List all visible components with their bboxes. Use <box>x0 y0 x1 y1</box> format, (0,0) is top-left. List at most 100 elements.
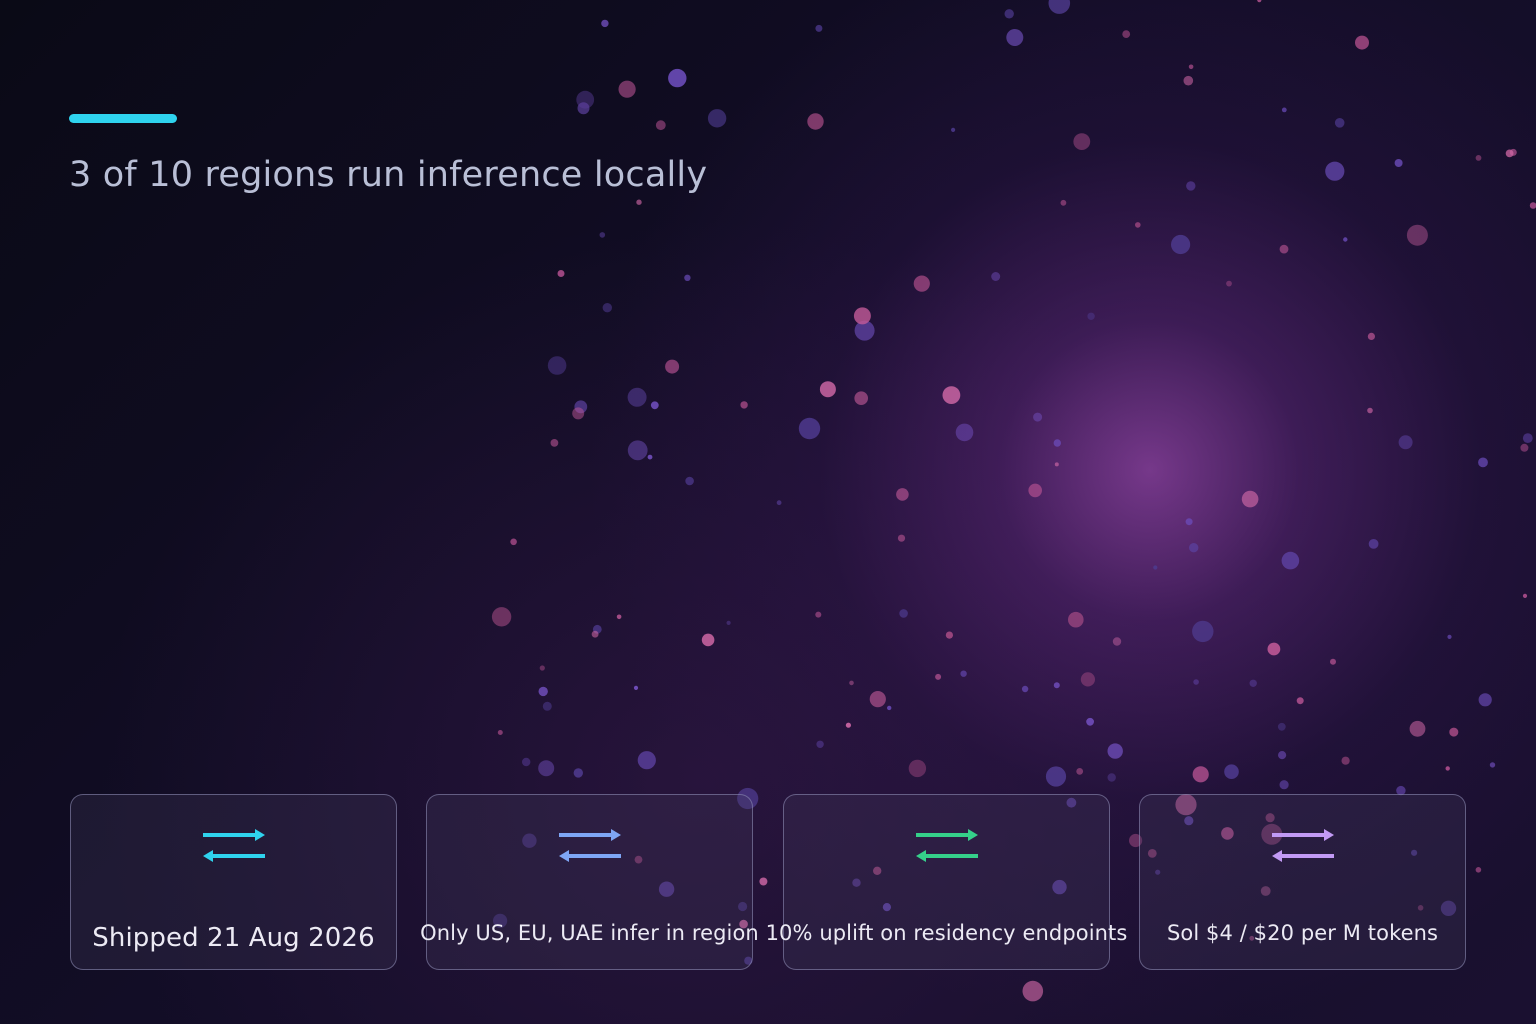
particle-dot <box>599 232 606 238</box>
particle-dot <box>1183 75 1194 86</box>
particle-dot <box>1522 593 1528 599</box>
particle-dot <box>945 631 954 639</box>
particle-dot <box>1279 244 1289 254</box>
swap-arrows-icon <box>1271 829 1334 862</box>
particle-dot <box>759 877 768 886</box>
particle-dot <box>1505 149 1514 158</box>
particle-dot <box>1447 634 1452 640</box>
particle-dot <box>1033 412 1043 422</box>
particle-dot <box>991 272 1001 281</box>
particle-dot <box>960 670 967 677</box>
particle-dot <box>740 401 748 409</box>
particle-dot <box>550 439 559 447</box>
particle-dot <box>913 275 930 292</box>
card-regions: Only US, EU, UAE infer in region <box>420 794 759 970</box>
particle-dot <box>1278 751 1287 760</box>
particle-dot <box>1277 722 1286 731</box>
particle-dot <box>1021 685 1029 693</box>
particle-dot <box>935 673 942 680</box>
particle-dot <box>1068 611 1084 628</box>
particle-dot <box>1107 773 1116 782</box>
particle-dot <box>650 401 659 410</box>
particle-dot <box>1022 980 1044 1002</box>
particle-dot <box>616 614 622 620</box>
particle-dot <box>701 633 715 647</box>
particle-dot <box>685 476 694 486</box>
card-uplift: 10% uplift on residency endpoints <box>766 794 1127 970</box>
particle-dot <box>1489 762 1496 768</box>
particle-dot <box>1296 697 1304 705</box>
particle-dot <box>1368 539 1379 549</box>
particle-dot <box>1189 543 1199 553</box>
particle-dot <box>1355 35 1369 50</box>
particle-dot <box>1004 9 1014 19</box>
card-regions-text: Only US, EU, UAE infer in region <box>420 921 759 945</box>
particle-dot <box>602 303 612 313</box>
particle-dot <box>854 391 868 406</box>
particle-dot <box>815 611 822 618</box>
particle-dot <box>1054 462 1059 467</box>
particle-dot <box>522 757 531 767</box>
particle-dot <box>1241 490 1259 508</box>
slide-canvas: 3 of 10 regions run inference locally Sh… <box>0 0 1536 1024</box>
particle-dot <box>1281 551 1300 570</box>
card-uplift-text: 10% uplift on residency endpoints <box>765 921 1128 945</box>
particle-dot <box>1135 222 1141 228</box>
particle-dot <box>1188 64 1194 70</box>
particle-dot <box>1053 439 1062 447</box>
particle-dot <box>1279 780 1289 790</box>
card-shipped: Shipped 21 Aug 2026 <box>70 794 397 970</box>
particle-dot <box>542 701 552 711</box>
particle-dot <box>1394 159 1403 167</box>
particle-dot <box>557 270 565 277</box>
particle-dot <box>1122 30 1131 38</box>
particle-dot <box>1153 565 1158 570</box>
particle-dot <box>601 19 609 28</box>
particle-dot <box>908 759 927 778</box>
particle-dot <box>1325 161 1345 181</box>
particle-dot <box>627 387 647 407</box>
particle-dot <box>951 127 956 132</box>
particle-dot <box>1028 483 1042 498</box>
card-pricing-text: Sol $4 / $20 per M tokens <box>1166 921 1439 945</box>
particle-dot <box>1171 234 1191 255</box>
particle-dot <box>618 80 636 98</box>
particle-dot <box>627 440 648 461</box>
particle-dot <box>1249 679 1257 687</box>
particle-dot <box>572 407 585 420</box>
particle-dot <box>1409 720 1426 737</box>
particle-dot <box>1367 407 1373 414</box>
particle-dot <box>637 751 656 770</box>
particle-dot <box>942 386 961 404</box>
swap-arrows-icon <box>558 829 621 862</box>
particle-dot <box>1045 766 1067 787</box>
particle-dot <box>853 307 871 325</box>
particle-dot <box>665 359 680 374</box>
particle-dot <box>510 538 517 546</box>
particle-dot <box>1185 518 1193 526</box>
particle-dot <box>1343 237 1348 242</box>
page-title: 3 of 10 regions run inference locally <box>69 155 708 195</box>
particle-dot <box>1226 280 1232 287</box>
particle-dot <box>576 90 595 109</box>
particle-dot <box>1257 0 1262 3</box>
particle-dot <box>897 534 906 542</box>
particle-dot <box>1192 766 1209 783</box>
particle-dot <box>573 768 583 778</box>
particle-dot <box>1086 717 1094 726</box>
particle-dot <box>1520 443 1529 452</box>
accent-bar <box>69 114 177 123</box>
particle-dot <box>1398 435 1413 450</box>
particle-dot <box>668 68 687 88</box>
particle-dot <box>849 680 854 686</box>
card-pricing: Sol $4 / $20 per M tokens <box>1139 794 1466 970</box>
particle-dot <box>807 113 824 130</box>
particle-dot <box>1186 181 1196 191</box>
particle-dot <box>1053 682 1060 689</box>
particle-dot <box>1193 679 1199 685</box>
particle-dot <box>955 423 974 442</box>
particle-dot <box>1478 457 1488 468</box>
swap-arrows-icon <box>915 829 978 862</box>
particle-dot <box>1076 768 1084 775</box>
particle-dot <box>491 607 512 627</box>
